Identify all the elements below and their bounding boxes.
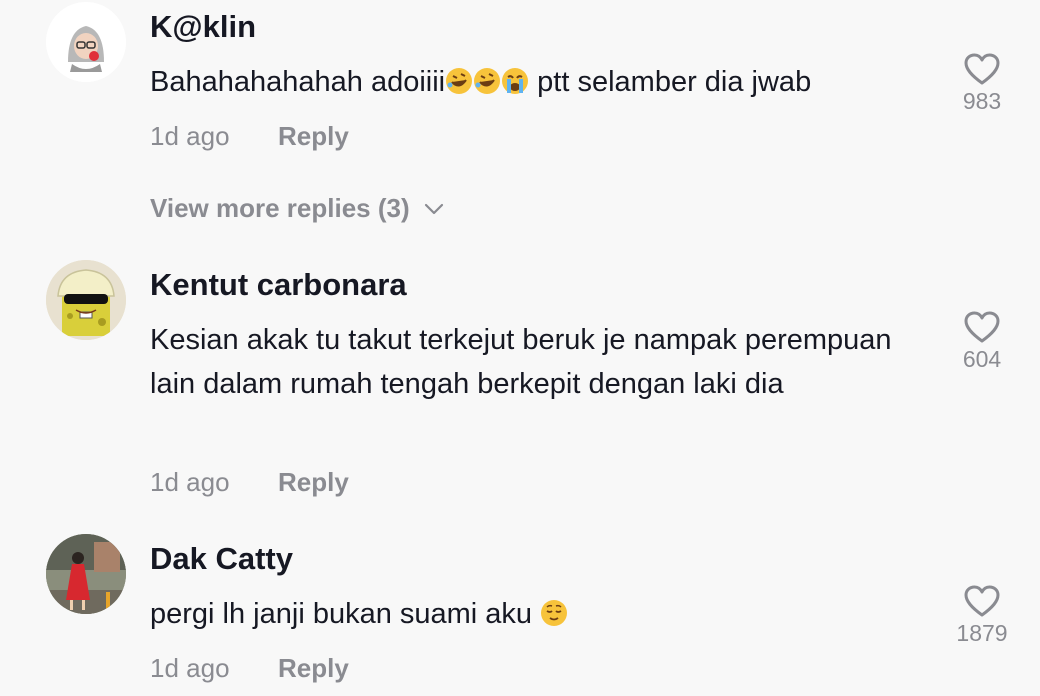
like-button[interactable]: 983 [940, 52, 1024, 115]
relieved-face-emoji [541, 600, 568, 626]
timestamp: 1d ago [150, 653, 230, 683]
reply-button[interactable]: Reply [278, 467, 349, 498]
username[interactable]: Dak Catty [150, 541, 293, 577]
comment-text: pergi lh janji bukan suami aku [150, 592, 930, 636]
comment-text-suffix: ptt selamber dia jwab [529, 66, 812, 98]
comment-meta: 1d ago Reply [150, 653, 349, 684]
comment-meta: 1d ago Reply [150, 121, 349, 152]
reply-button[interactable]: Reply [278, 121, 349, 152]
reply-button[interactable]: Reply [278, 653, 349, 684]
comment-text-prefix: pergi lh janji bukan suami aku [150, 598, 541, 630]
timestamp: 1d ago [150, 121, 230, 151]
rofl-emoji [474, 68, 501, 94]
loudly-crying-emoji [502, 68, 529, 94]
comment-text: Bahahahahahah adoiiii ptt selamber dia j… [150, 60, 930, 104]
avatar[interactable] [46, 2, 126, 82]
username[interactable]: Kentut carbonara [150, 267, 407, 303]
heart-outline-icon[interactable] [963, 310, 1001, 344]
view-more-replies-label: View more replies (3) [150, 193, 410, 223]
username[interactable]: K@klin [150, 9, 256, 45]
like-count: 983 [962, 88, 1002, 114]
like-button[interactable]: 604 [940, 310, 1024, 373]
chevron-down-icon [424, 203, 443, 214]
avatar[interactable] [46, 534, 126, 614]
view-more-replies-button[interactable]: View more replies (3) [150, 193, 444, 224]
avatar[interactable] [46, 260, 126, 340]
rofl-emoji [446, 68, 473, 94]
heart-outline-icon[interactable] [963, 52, 1001, 86]
timestamp: 1d ago [150, 467, 230, 497]
comment-meta: 1d ago Reply [150, 467, 349, 498]
like-count: 604 [962, 346, 1002, 372]
comment-text: Kesian akak tu takut terkejut beruk je n… [150, 324, 892, 400]
like-count: 1879 [956, 620, 1008, 646]
heart-outline-icon[interactable] [963, 584, 1001, 618]
like-button[interactable]: 1879 [940, 584, 1024, 647]
comment-text-prefix: Bahahahahahah adoiiii [150, 66, 446, 98]
